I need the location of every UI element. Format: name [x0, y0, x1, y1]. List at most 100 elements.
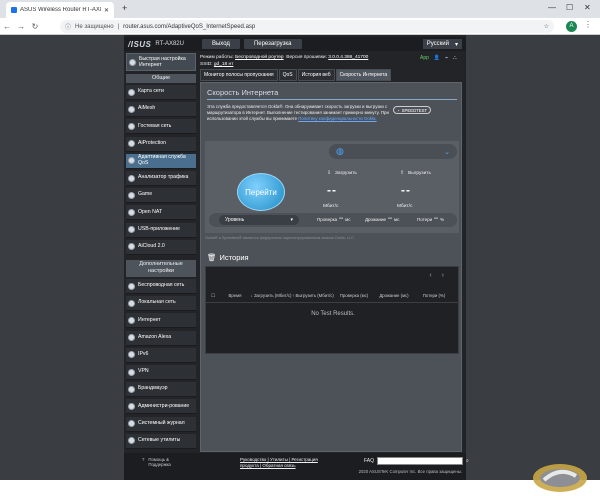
privacy-link[interactable]: Политику конфиденциальности Ookla. [298, 116, 376, 121]
select-all-checkbox[interactable]: ☐ [206, 293, 220, 298]
qos-tabs: Монитор полосы пропускания QoS История в… [200, 69, 392, 81]
back-icon[interactable]: ← [0, 22, 14, 31]
loss-value: -- [434, 216, 439, 222]
sidebar-item-general-8[interactable]: USB-приложение [126, 222, 196, 238]
sidebar-item-label: Анализатор трафика [138, 174, 189, 181]
jitter-label: Дрожание [365, 216, 387, 222]
speedtest-badge-label: SPEEDTEST [401, 107, 428, 113]
sidebar-item-general-7[interactable]: Open NAT [126, 205, 196, 221]
footer-links-line1[interactable]: Руководство | Утилиты | Регистрация [240, 457, 318, 462]
sidebar-item-label: Интернет [138, 316, 161, 323]
close-tab-icon[interactable]: ✕ [104, 7, 109, 14]
sidebar-item-advanced-4[interactable]: IPv6 [126, 347, 196, 363]
sidebar-item-advanced-7[interactable]: Администри-рование [126, 399, 196, 415]
sidebar-item-label: Беспроводная сеть [138, 282, 185, 289]
col-loss: Потери (%) [422, 293, 446, 298]
col-time: Время [228, 293, 242, 298]
sidebar-item-label: Карта сети [138, 88, 164, 95]
chevron-down-icon: ▾ [290, 217, 293, 223]
tab-bandwidth-monitor[interactable]: Монитор полосы пропускания [200, 69, 278, 81]
server-select[interactable]: ◍ ⌄ [329, 144, 457, 159]
sidebar-item-icon [128, 437, 135, 445]
ping-stat: Проверка -- мс [317, 216, 351, 222]
sidebar-item-icon [128, 420, 135, 428]
sidebar-item-label: AiMesh [138, 105, 156, 112]
maximize-icon[interactable]: ☐ [566, 3, 573, 12]
chevron-left-icon[interactable]: ‹ [429, 272, 431, 279]
sidebar-item-general-3[interactable]: AiProtection [126, 136, 196, 152]
sidebar-item-icon [128, 226, 135, 234]
tab-web-history[interactable]: История веб [297, 69, 335, 81]
logout-button[interactable]: Выход [201, 39, 240, 49]
sidebar-item-advanced-3[interactable]: Amazon Alexa [126, 330, 196, 346]
language-select[interactable]: Русский ▾ [422, 39, 462, 49]
sidebar-item-general-4[interactable]: Адаптивная служба QoS [126, 153, 196, 169]
sidebar-item-icon [128, 208, 135, 216]
sidebar-item-icon [128, 105, 135, 113]
fw-value[interactable]: 3.0.0.4.386_41700 [328, 55, 368, 60]
menu-icon[interactable]: ⋮ [584, 20, 592, 29]
network-icon[interactable]: ⛬ [453, 55, 457, 61]
loss-label: Потери [417, 216, 433, 222]
col-jitter: Дрожание (мс) [379, 293, 409, 298]
general-header: Общие [126, 74, 196, 83]
trash-icon[interactable]: 🗑 [207, 253, 217, 262]
ping-value: -- [339, 216, 344, 222]
sidebar-item-advanced-6[interactable]: Брандмауэр [126, 382, 196, 398]
sidebar-item-advanced-1[interactable]: Локальная сеть [126, 296, 196, 312]
mode-value[interactable]: Беспроводной роутер [235, 55, 284, 60]
favicon-icon [11, 7, 17, 13]
avatar[interactable]: A [566, 21, 577, 32]
upload-value: -- [401, 183, 411, 197]
sidebar-item-general-1[interactable]: AiMesh [126, 102, 196, 118]
help-support[interactable]: ? Помощь & Поддержка [142, 457, 178, 468]
footer-links[interactable]: Руководство | Утилиты | Регистрация прод… [240, 457, 318, 468]
footer-links-line2[interactable]: продукта | Обратная связь [240, 463, 296, 468]
speedtest-logo-icon: ◔ [397, 107, 400, 113]
browser-tab[interactable]: ASUS Wireless Router RT-AX82... ✕ [6, 2, 114, 18]
close-window-icon[interactable]: ✕ [584, 3, 591, 12]
address-bar[interactable]: ⓘ Не защищено | router.asus.com/Adaptive… [60, 20, 554, 33]
sidebar-item-advanced-5[interactable]: VPN [126, 365, 196, 380]
sidebar-item-label: Amazon Alexa [138, 333, 172, 340]
search-icon[interactable]: ⌕ [466, 458, 469, 464]
history-pager: ‹ › [429, 272, 444, 279]
sidebar-item-advanced-8[interactable]: Системный журнал [126, 416, 196, 432]
ssid-value[interactable]: gd_18 нт [214, 62, 234, 67]
sidebar-item-label: AiCloud 2.0 [138, 243, 165, 250]
sidebar-item-general-5[interactable]: Анализатор трафика [126, 171, 196, 186]
copyright: 2020 ASUSTeK Computer Inc. Все права защ… [358, 469, 462, 474]
sidebar-item-advanced-0[interactable]: Беспроводная сеть [126, 279, 196, 294]
footer: ? Помощь & Поддержка Руководство | Утили… [124, 453, 469, 480]
tab-title: ASUS Wireless Router RT-AX82... [20, 7, 101, 13]
sidebar-item-general-9[interactable]: AiCloud 2.0 [126, 239, 196, 255]
sidebar-item-advanced-2[interactable]: Интернет [126, 313, 196, 329]
tab-internet-speed[interactable]: Скорость Интернета [335, 69, 392, 81]
sidebar-item-label: Администри-рование [138, 402, 190, 409]
go-button[interactable]: Перейти [237, 173, 285, 211]
sidebar-item-label: AiProtection [138, 139, 166, 146]
upload-icon: ⇧ [400, 171, 405, 176]
new-tab-button[interactable]: + [122, 3, 127, 13]
sidebar-item-advanced-9[interactable]: Сетевые утилиты [126, 433, 196, 449]
faq-input[interactable] [377, 457, 464, 465]
col-download: ↓ Загрузить (Мбит/с) [250, 293, 292, 298]
sidebar-item-general-0[interactable]: Карта сети [126, 85, 196, 100]
wand-icon [129, 58, 136, 66]
app-label[interactable]: App [420, 55, 429, 61]
quick-setup-button[interactable]: Быстрая настройка Интернет [126, 53, 196, 71]
minimize-icon[interactable]: — [548, 3, 556, 12]
chevron-right-icon[interactable]: › [442, 272, 444, 279]
star-icon[interactable]: ☆ [544, 23, 549, 30]
unit-select[interactable]: Уровень ▾ [219, 215, 299, 225]
reboot-button[interactable]: Перезагрузка [243, 39, 302, 49]
sidebar-item-general-6[interactable]: Game [126, 188, 196, 204]
reload-icon[interactable]: ↻ [28, 22, 42, 31]
user-icon[interactable]: 👤 [434, 55, 440, 61]
forward-icon[interactable]: → [14, 22, 28, 31]
usb-icon[interactable]: ⌁ [445, 55, 448, 61]
sidebar-item-general-2[interactable]: Гостевая сеть [126, 119, 196, 135]
tab-qos[interactable]: QoS [278, 69, 297, 81]
help-icon: ? [142, 457, 145, 462]
sidebar-item-label: Адаптивная служба QoS [138, 154, 186, 166]
